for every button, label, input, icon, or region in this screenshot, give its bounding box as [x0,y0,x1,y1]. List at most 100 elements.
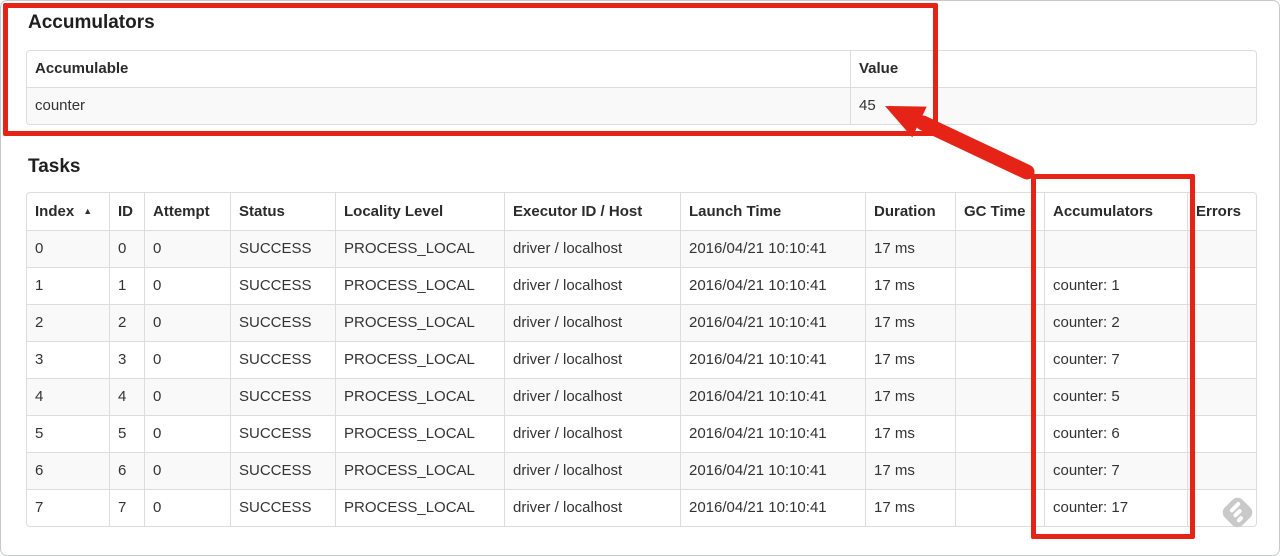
cell-executor-id-host: driver / localhost [504,489,680,526]
col-header-attempt[interactable]: Attempt [144,193,230,230]
cell-gc-time [955,230,1044,267]
cell-errors [1187,304,1256,341]
col-header-gc-time[interactable]: GC Time [955,193,1044,230]
task-row: 2 2 0 SUCCESS PROCESS_LOCAL driver / loc… [27,304,1256,341]
cell-executor-id-host: driver / localhost [504,452,680,489]
tasks-section-heading: Tasks [28,156,81,177]
cell-locality-level: PROCESS_LOCAL [335,267,504,304]
col-header-value[interactable]: Value [850,51,1256,87]
cell-index: 2 [27,304,109,341]
cell-errors [1187,452,1256,489]
cell-executor-id-host: driver / localhost [504,415,680,452]
cell-value: 45 [850,87,1256,124]
cell-duration: 17 ms [865,341,955,378]
cell-accumulators: counter: 7 [1044,452,1187,489]
cell-errors [1187,415,1256,452]
cell-launch-time: 2016/04/21 10:10:41 [680,304,865,341]
page-content: Accumulators Accumulable Value counter 4… [1,13,1279,527]
col-header-executor-id-host[interactable]: Executor ID / Host [504,193,680,230]
cell-status: SUCCESS [230,341,335,378]
cell-id: 1 [109,267,144,304]
tasks-header-row: Index ▲ ID Attempt Status Locality Level … [27,193,1256,230]
cell-launch-time: 2016/04/21 10:10:41 [680,267,865,304]
cell-errors [1187,378,1256,415]
task-row: 3 3 0 SUCCESS PROCESS_LOCAL driver / loc… [27,341,1256,378]
cell-executor-id-host: driver / localhost [504,267,680,304]
cell-errors [1187,267,1256,304]
cell-launch-time: 2016/04/21 10:10:41 [680,452,865,489]
cell-gc-time [955,341,1044,378]
cell-status: SUCCESS [230,267,335,304]
task-row: 5 5 0 SUCCESS PROCESS_LOCAL driver / loc… [27,415,1256,452]
col-header-id[interactable]: ID [109,193,144,230]
col-header-locality-level[interactable]: Locality Level [335,193,504,230]
task-row: 0 0 0 SUCCESS PROCESS_LOCAL driver / loc… [27,230,1256,267]
cell-index: 3 [27,341,109,378]
cell-duration: 17 ms [865,378,955,415]
cell-errors [1187,230,1256,267]
cell-accumulators: counter: 7 [1044,341,1187,378]
col-header-launch-time[interactable]: Launch Time [680,193,865,230]
cell-locality-level: PROCESS_LOCAL [335,378,504,415]
cell-accumulable: counter [27,87,850,124]
cell-gc-time [955,415,1044,452]
cell-attempt: 0 [144,489,230,526]
cell-accumulators: counter: 1 [1044,267,1187,304]
tasks-table-body: 0 0 0 SUCCESS PROCESS_LOCAL driver / loc… [27,230,1256,526]
task-row: 4 4 0 SUCCESS PROCESS_LOCAL driver / loc… [27,378,1256,415]
col-header-errors[interactable]: Errors [1187,193,1256,230]
cell-locality-level: PROCESS_LOCAL [335,304,504,341]
cell-accumulators: counter: 17 [1044,489,1187,526]
col-header-accumulable[interactable]: Accumulable [27,51,850,87]
cell-attempt: 0 [144,452,230,489]
cell-accumulators: counter: 2 [1044,304,1187,341]
cell-duration: 17 ms [865,230,955,267]
cell-launch-time: 2016/04/21 10:10:41 [680,415,865,452]
cell-duration: 17 ms [865,304,955,341]
cell-gc-time [955,489,1044,526]
task-row: 7 7 0 SUCCESS PROCESS_LOCAL driver / loc… [27,489,1256,526]
cell-status: SUCCESS [230,452,335,489]
cell-id: 4 [109,378,144,415]
sort-ascending-icon: ▲ [83,206,93,216]
cell-attempt: 0 [144,230,230,267]
cell-status: SUCCESS [230,230,335,267]
cell-launch-time: 2016/04/21 10:10:41 [680,489,865,526]
col-header-index-label: Index [35,203,75,220]
cell-executor-id-host: driver / localhost [504,230,680,267]
accumulators-section-heading: Accumulators [28,12,155,33]
tasks-table: Index ▲ ID Attempt Status Locality Level … [26,192,1257,527]
cell-locality-level: PROCESS_LOCAL [335,489,504,526]
accumulators-table-body: counter 45 [27,87,1256,124]
cell-launch-time: 2016/04/21 10:10:41 [680,230,865,267]
task-row: 1 1 0 SUCCESS PROCESS_LOCAL driver / loc… [27,267,1256,304]
task-row: 6 6 0 SUCCESS PROCESS_LOCAL driver / loc… [27,452,1256,489]
cell-status: SUCCESS [230,304,335,341]
col-header-duration[interactable]: Duration [865,193,955,230]
accumulators-table: Accumulable Value counter 45 [26,50,1257,125]
cell-accumulators: counter: 5 [1044,378,1187,415]
accumulators-header-row: Accumulable Value [27,51,1256,87]
col-header-accumulators[interactable]: Accumulators [1044,193,1187,230]
col-header-status[interactable]: Status [230,193,335,230]
cell-duration: 17 ms [865,452,955,489]
cell-id: 7 [109,489,144,526]
cell-attempt: 0 [144,304,230,341]
cell-locality-level: PROCESS_LOCAL [335,341,504,378]
cell-gc-time [955,378,1044,415]
cell-accumulators: counter: 6 [1044,415,1187,452]
cell-gc-time [955,452,1044,489]
cell-duration: 17 ms [865,267,955,304]
cell-launch-time: 2016/04/21 10:10:41 [680,378,865,415]
col-header-index[interactable]: Index ▲ [27,193,109,230]
cell-executor-id-host: driver / localhost [504,378,680,415]
cell-index: 5 [27,415,109,452]
cell-id: 2 [109,304,144,341]
cell-gc-time [955,304,1044,341]
accumulator-row: counter 45 [27,87,1256,124]
cell-accumulators [1044,230,1187,267]
cell-index: 1 [27,267,109,304]
cell-duration: 17 ms [865,415,955,452]
cell-locality-level: PROCESS_LOCAL [335,230,504,267]
cell-gc-time [955,267,1044,304]
